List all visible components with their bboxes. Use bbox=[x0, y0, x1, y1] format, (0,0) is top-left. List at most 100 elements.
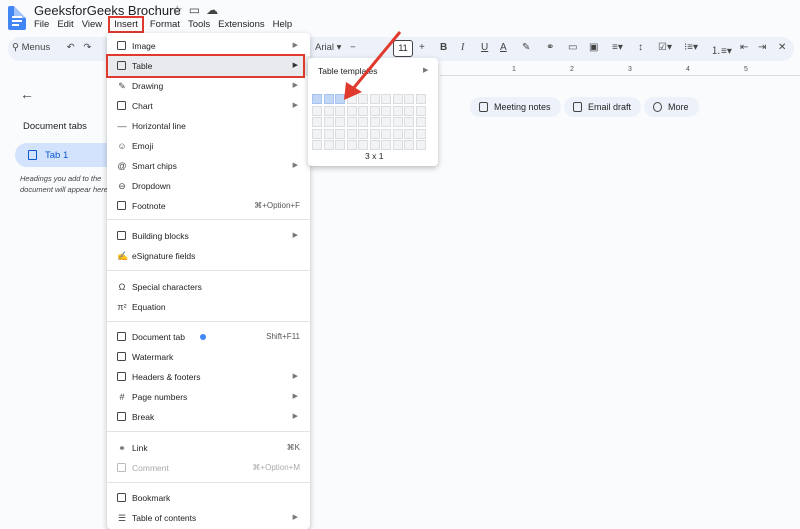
menu-item-headers-footers[interactable]: Headers & footers ▶ bbox=[107, 367, 310, 387]
menu-item-footnote[interactable]: Footnote ⌘+Option+F bbox=[107, 196, 310, 216]
grid-cell[interactable] bbox=[346, 117, 357, 127]
grid-cell[interactable] bbox=[381, 128, 391, 139]
menu-item-dropdown[interactable]: ⊖ Dropdown bbox=[107, 176, 310, 196]
at-sign-icon bbox=[653, 102, 662, 112]
docs-logo-icon[interactable] bbox=[8, 6, 26, 30]
add-comment-icon[interactable]: ▭ bbox=[568, 42, 577, 53]
menu-file[interactable]: File bbox=[34, 19, 54, 31]
menu-tools[interactable]: Tools bbox=[188, 19, 215, 31]
grid-cell[interactable] bbox=[346, 140, 357, 150]
grid-cell[interactable] bbox=[323, 140, 334, 150]
increase-size-icon[interactable]: + bbox=[419, 42, 425, 53]
align-icon[interactable]: ≡▾ bbox=[612, 42, 623, 53]
grid-cell[interactable] bbox=[415, 140, 426, 150]
menu-item-bookmark[interactable]: Bookmark bbox=[107, 488, 310, 508]
grid-cell[interactable] bbox=[404, 140, 414, 150]
grid-cell[interactable] bbox=[392, 117, 403, 127]
search-menus[interactable]: ⚲ Menus ↶ ↷ bbox=[12, 42, 91, 53]
grid-cell[interactable] bbox=[415, 128, 426, 139]
bold-icon[interactable]: B bbox=[440, 42, 447, 53]
menu-format[interactable]: Format bbox=[150, 19, 185, 31]
grid-cell[interactable] bbox=[312, 94, 322, 104]
undo-icon[interactable]: ↶ bbox=[67, 42, 75, 53]
menu-item-emoji[interactable]: ☺ Emoji bbox=[107, 136, 310, 156]
menu-item-smart-chips[interactable]: @ Smart chips ▶ bbox=[107, 156, 310, 176]
indent-increase-icon[interactable]: ⇥ bbox=[758, 42, 766, 53]
grid-cell[interactable] bbox=[369, 140, 380, 150]
grid-cell[interactable] bbox=[381, 117, 391, 127]
menu-item-page-numbers[interactable]: # Page numbers ▶ bbox=[107, 387, 310, 407]
grid-cell[interactable] bbox=[312, 117, 322, 127]
redo-icon[interactable]: ↷ bbox=[83, 42, 91, 53]
menu-insert[interactable]: Insert bbox=[108, 16, 144, 33]
menu-view[interactable]: View bbox=[82, 19, 107, 31]
grid-cell[interactable] bbox=[404, 128, 414, 139]
grid-cell[interactable] bbox=[358, 140, 368, 150]
menu-item-label: Document tab bbox=[132, 332, 185, 342]
text-color-icon[interactable]: A bbox=[500, 42, 507, 53]
menu-item-esignature[interactable]: ✍ eSignature fields bbox=[107, 246, 310, 266]
grid-cell[interactable] bbox=[358, 128, 368, 139]
link-icon: ⚭ bbox=[118, 443, 126, 453]
bulleted-list-icon[interactable]: ⁝≡▾ bbox=[684, 42, 698, 53]
menu-item-table-of-contents[interactable]: ☰ Table of contents ▶ bbox=[107, 508, 310, 528]
menu-item-image[interactable]: Image ▶ bbox=[107, 36, 310, 56]
star-icon[interactable]: ☆ bbox=[172, 3, 189, 17]
grid-cell[interactable] bbox=[369, 128, 380, 139]
more-chip[interactable]: More bbox=[644, 97, 699, 117]
menu-help[interactable]: Help bbox=[273, 19, 298, 31]
menu-item-chart[interactable]: Chart ▶ bbox=[107, 96, 310, 116]
grid-cell[interactable] bbox=[335, 128, 345, 139]
document-title[interactable]: GeeksforGeeks Brochure bbox=[34, 3, 181, 18]
checklist-icon[interactable]: ☑▾ bbox=[658, 42, 672, 53]
highlight-icon[interactable]: ✎ bbox=[522, 42, 530, 53]
meeting-notes-chip[interactable]: Meeting notes bbox=[470, 97, 561, 117]
menu-item-watermark[interactable]: Watermark bbox=[107, 347, 310, 367]
grid-cell[interactable] bbox=[358, 117, 368, 127]
smart-chips-icon: @ bbox=[117, 161, 127, 171]
numbered-list-icon[interactable]: ⒈≡▾ bbox=[711, 42, 732, 57]
menu-item-link[interactable]: ⚭ Link ⌘K bbox=[107, 438, 310, 458]
grid-cell[interactable] bbox=[415, 94, 426, 104]
insert-image-icon[interactable]: ▣ bbox=[589, 42, 598, 53]
grid-cell[interactable] bbox=[404, 117, 414, 127]
separator bbox=[107, 482, 310, 483]
grid-cell[interactable] bbox=[335, 117, 345, 127]
grid-cell[interactable] bbox=[323, 117, 334, 127]
grid-cell[interactable] bbox=[381, 140, 391, 150]
hash-icon: # bbox=[119, 392, 125, 402]
menu-extensions[interactable]: Extensions bbox=[218, 19, 269, 31]
italic-icon[interactable]: I bbox=[461, 42, 464, 53]
menu-item-special-characters[interactable]: Ω Special characters bbox=[107, 277, 310, 297]
clear-formatting-icon[interactable]: ✕ bbox=[778, 42, 786, 53]
menu-item-horizontal-line[interactable]: — Horizontal line bbox=[107, 116, 310, 136]
menu-item-document-tab[interactable]: Document tab Shift+F11 bbox=[107, 327, 310, 347]
insert-link-icon[interactable]: ⚭ bbox=[546, 42, 554, 53]
menu-item-drawing[interactable]: ✎ Drawing ▶ bbox=[107, 76, 310, 96]
menu-item-equation[interactable]: π² Equation bbox=[107, 297, 310, 317]
pi-icon: π² bbox=[117, 302, 127, 312]
grid-cell[interactable] bbox=[415, 105, 426, 116]
grid-cell[interactable] bbox=[312, 128, 322, 139]
underline-icon[interactable]: U bbox=[481, 42, 488, 53]
submenu-arrow-icon: ▶ bbox=[292, 82, 298, 89]
grid-cell[interactable] bbox=[312, 105, 322, 116]
cloud-status-icon[interactable]: ☁ bbox=[206, 3, 224, 17]
grid-cell[interactable] bbox=[312, 140, 322, 150]
grid-cell[interactable] bbox=[323, 128, 334, 139]
indent-decrease-icon[interactable]: ⇤ bbox=[740, 42, 748, 53]
menu-item-break[interactable]: Break ▶ bbox=[107, 407, 310, 427]
grid-cell[interactable] bbox=[392, 128, 403, 139]
grid-cell[interactable] bbox=[415, 117, 426, 127]
menu-edit[interactable]: Edit bbox=[57, 19, 78, 31]
menu-item-building-blocks[interactable]: Building blocks ▶ bbox=[107, 226, 310, 246]
grid-cell[interactable] bbox=[369, 117, 380, 127]
line-spacing-icon[interactable]: ↕ bbox=[638, 42, 643, 53]
back-arrow-icon[interactable]: ← bbox=[20, 86, 34, 102]
grid-cell[interactable] bbox=[346, 128, 357, 139]
grid-cell[interactable] bbox=[392, 140, 403, 150]
new-feature-dot bbox=[200, 334, 206, 340]
email-draft-chip[interactable]: Email draft bbox=[564, 97, 642, 117]
grid-cell[interactable] bbox=[335, 140, 345, 150]
move-folder-icon[interactable]: ▭ bbox=[189, 3, 206, 17]
